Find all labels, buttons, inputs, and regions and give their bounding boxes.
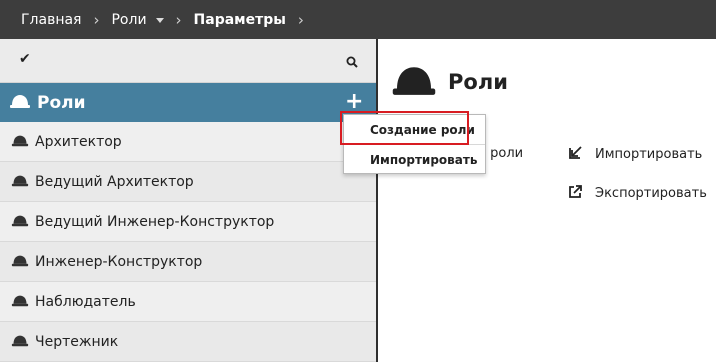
search-icon[interactable] [346,53,358,72]
chevron-right-icon: › [93,10,100,29]
role-item[interactable]: Чертежник [0,322,376,362]
plus-icon[interactable]: + [345,91,363,113]
export-label: Экспортировать [595,186,707,201]
role-item[interactable]: Ведущий Инженер-Конструктор [0,202,376,242]
page-title: Роли [448,70,508,94]
menu-item-import[interactable]: Импортировать [344,145,485,174]
role-item-label: Инженер-Конструктор [35,253,203,270]
check-icon[interactable]: ✔ [19,51,31,67]
roles-header: Роли + [0,83,376,122]
breadcrumb-roles[interactable]: Роли [111,11,164,28]
role-item-label: Ведущий Архитектор [35,173,194,190]
role-item[interactable]: Ведущий Архитектор [0,162,376,202]
chevron-right-icon: › [297,10,304,29]
role-item-label: Архитектор [35,133,122,150]
hard-hat-icon [11,212,29,231]
roles-sidebar: ✔ Роли + Архитектор Ведущий Архитектор В… [0,39,376,362]
import-action[interactable]: Импортировать [568,145,702,164]
hard-hat-icon [11,292,29,311]
role-item-label: Чертежник [35,333,119,350]
hard-hat-icon [389,63,439,101]
import-label: Импортировать [595,147,703,162]
hard-hat-icon [11,252,29,271]
breadcrumb-roles-label: Роли [111,11,147,28]
panel-divider[interactable] [376,39,378,362]
role-item[interactable]: Наблюдатель [0,282,376,322]
highlight-box [340,111,469,145]
breadcrumb-home[interactable]: Главная [21,12,81,28]
breadcrumb: Главная › Роли › Параметры › [0,0,716,39]
chevron-right-icon: › [175,10,182,29]
breadcrumb-current: Параметры [193,11,286,28]
role-item[interactable]: Архитектор [0,122,376,162]
hard-hat-icon [11,332,29,351]
role-item[interactable]: Инженер-Конструктор [0,242,376,282]
role-item-label: Наблюдатель [35,293,136,310]
hard-hat-icon [11,132,29,151]
role-item-label: Ведущий Инженер-Конструктор [35,213,275,230]
roles-header-title: Роли [37,92,86,113]
export-icon [568,184,583,203]
caret-down-icon[interactable] [155,18,164,23]
export-action[interactable]: Экспортировать [568,184,707,203]
hard-hat-icon [11,172,29,191]
hard-hat-icon [9,93,31,113]
import-icon [568,145,583,164]
sidebar-toolbar: ✔ [0,39,376,83]
